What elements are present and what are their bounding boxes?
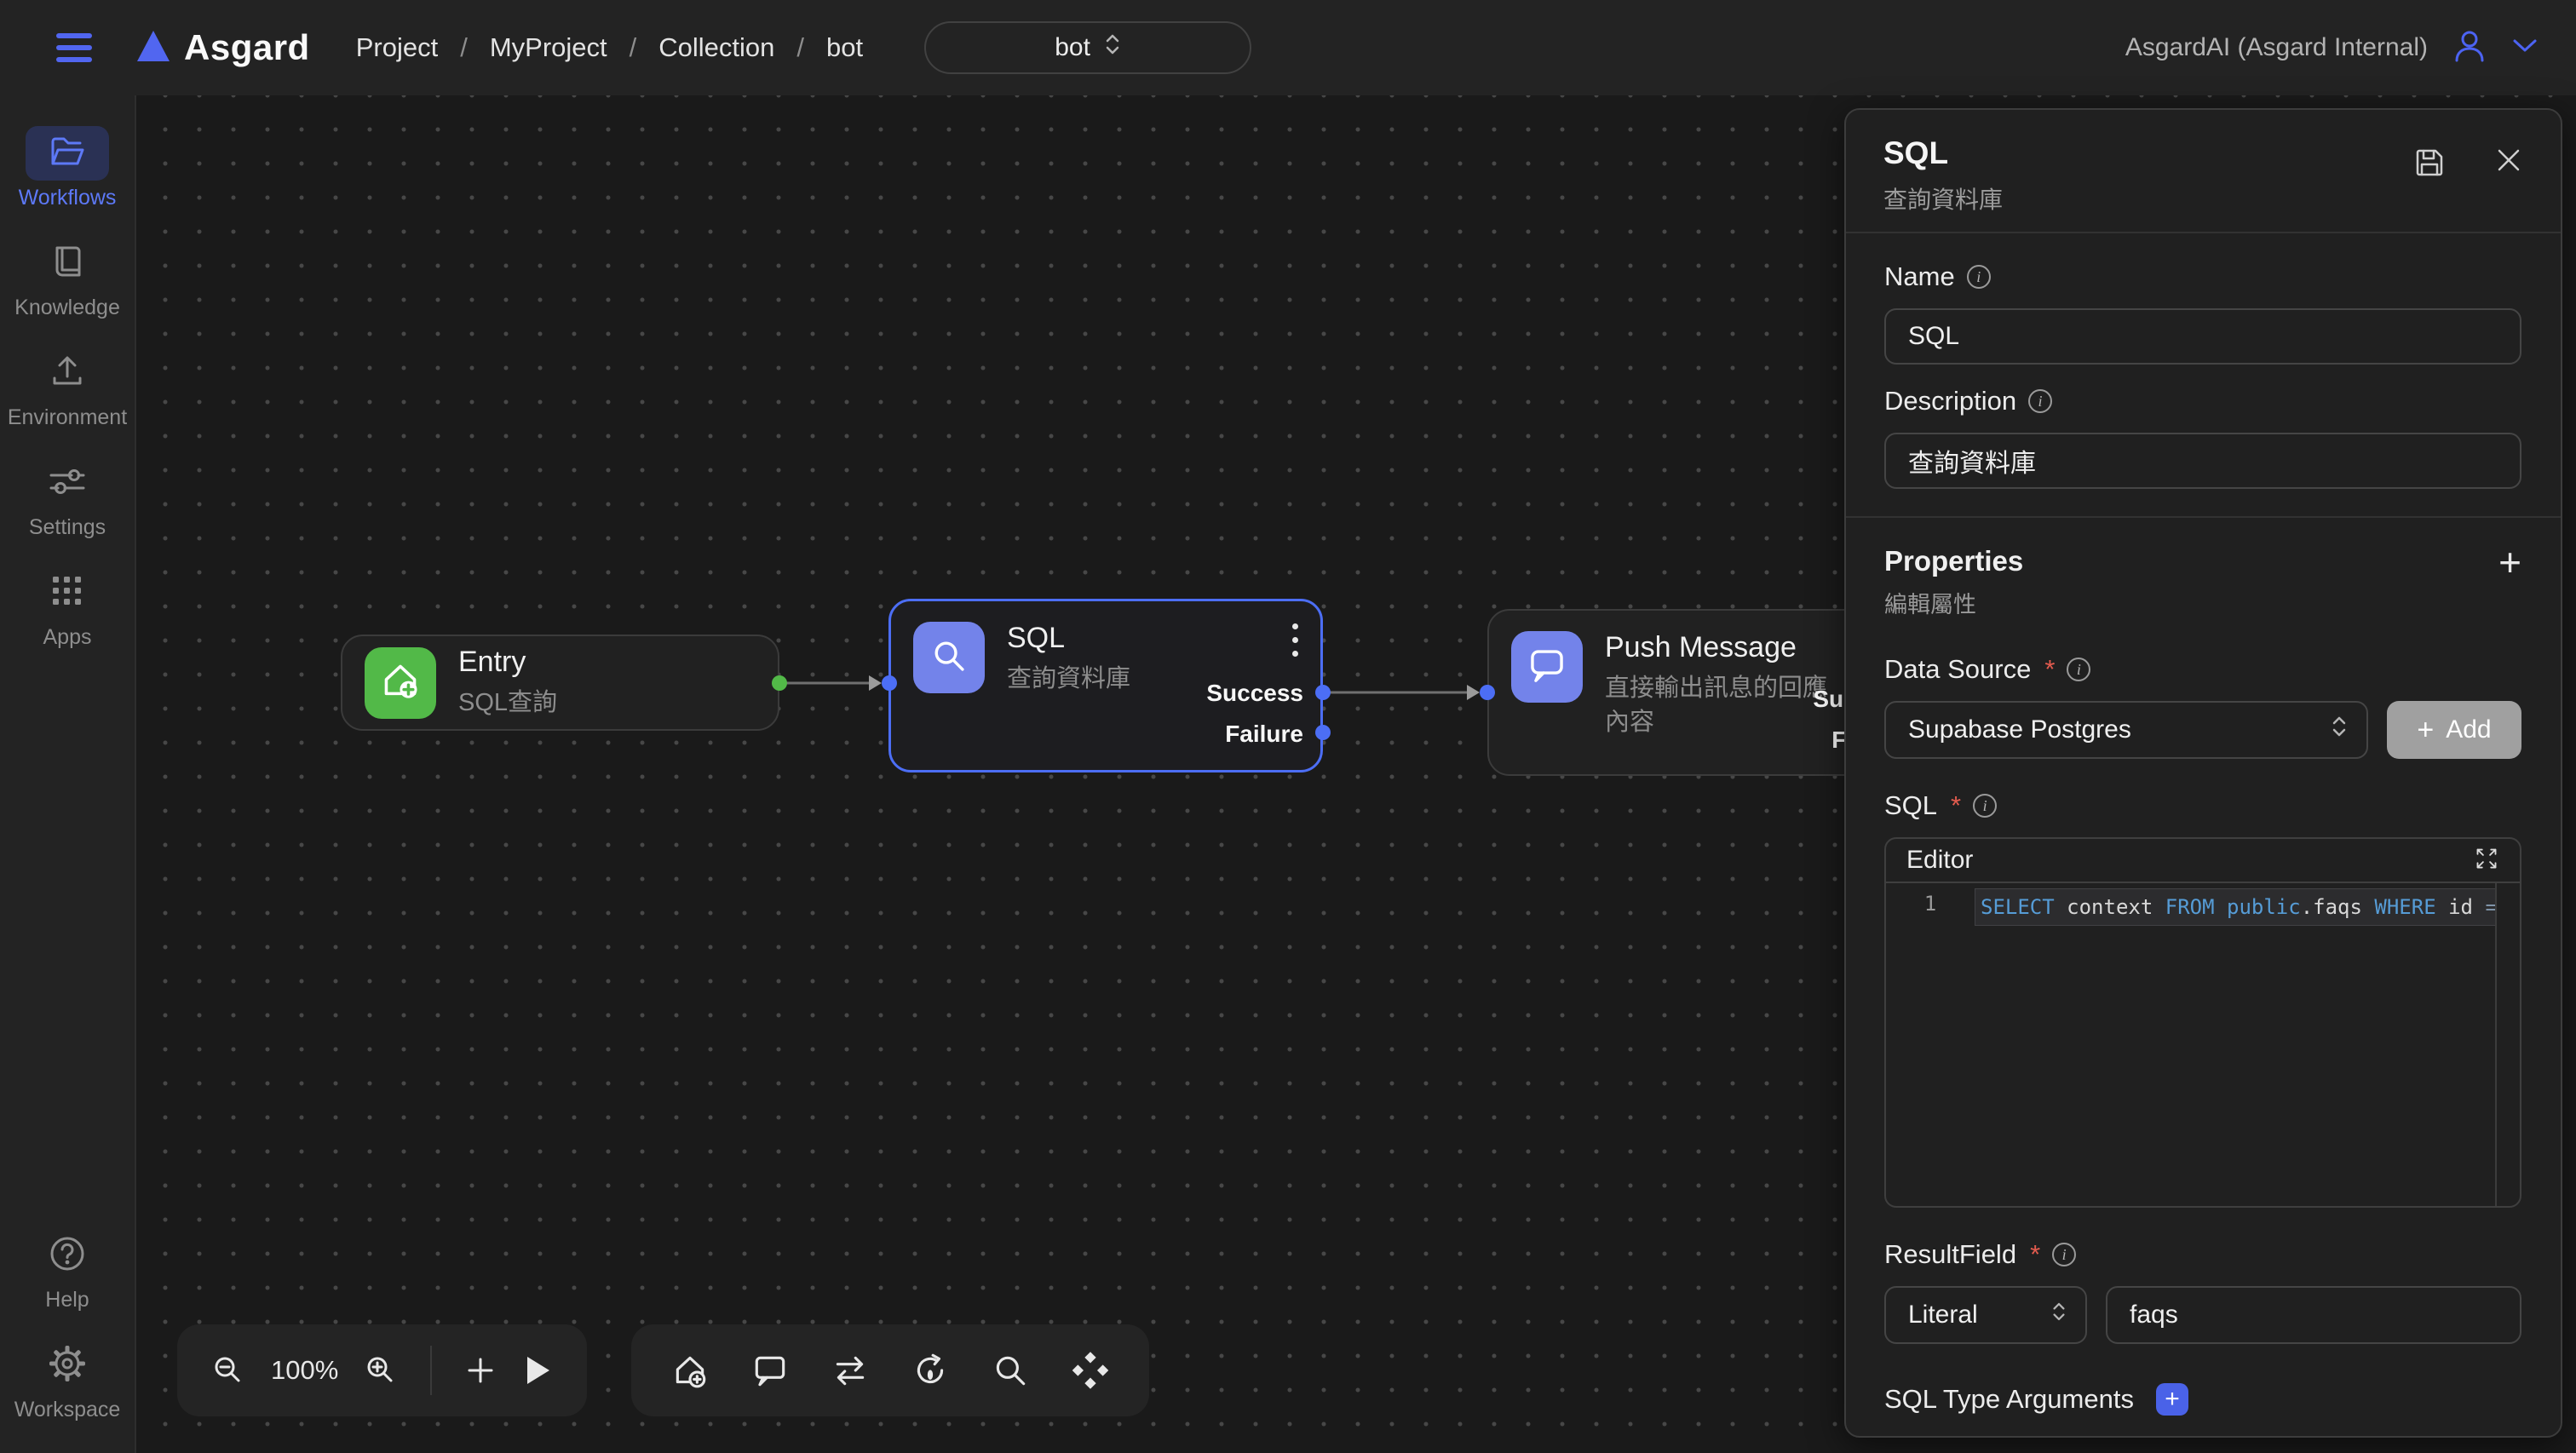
sql-search-icon	[928, 635, 970, 681]
node-config-panel: SQL 查詢資料庫 Namei SQL Descriptioni 查詢資料庫	[1844, 108, 2562, 1438]
properties-subtitle: 編輯屬性	[1884, 586, 2023, 619]
node-subtitle: 直接輸出訊息的回應內容	[1605, 671, 1840, 739]
user-avatar-icon[interactable]	[2450, 26, 2489, 70]
entry-home-plus-icon	[378, 658, 423, 707]
expand-icon[interactable]	[2474, 846, 2499, 876]
help-icon	[48, 1234, 87, 1278]
zoom-out-icon[interactable]	[211, 1353, 245, 1387]
top-bar: Asgard Project / MyProject / Collection …	[0, 0, 2576, 95]
info-icon[interactable]: i	[1973, 794, 1997, 818]
result-field-label: ResultField	[1884, 1239, 2016, 1270]
zoom-level: 100%	[271, 1355, 338, 1386]
toolbar-divider	[430, 1346, 432, 1395]
run-play-icon[interactable]	[522, 1353, 553, 1387]
updown-chevron-icon	[2051, 1300, 2067, 1330]
book-icon	[49, 243, 86, 284]
output-label-failure: Failure	[1225, 721, 1303, 748]
plus-icon: +	[2417, 714, 2434, 747]
name-label: Name	[1884, 261, 1955, 292]
result-field-type-select[interactable]: Literal	[1884, 1286, 2087, 1344]
swap-arrows-tool-icon[interactable]	[831, 1351, 870, 1390]
editor-title: Editor	[1906, 846, 1973, 875]
brand-title: Asgard	[184, 27, 310, 68]
sliders-icon	[48, 464, 87, 503]
breadcrumb-myproject[interactable]: MyProject	[490, 32, 607, 63]
sidebar-nav: Workflows Knowledge Environment Settings	[0, 95, 136, 1453]
info-icon[interactable]: i	[2052, 1243, 2076, 1266]
sidebar-item-knowledge[interactable]: Knowledge	[14, 236, 120, 320]
result-field-input[interactable]: faqs	[2106, 1286, 2521, 1344]
node-entry[interactable]: Entry SQL查詢	[341, 635, 779, 731]
diamond-grid-tool-icon[interactable]	[1071, 1351, 1110, 1390]
description-label: Description	[1884, 386, 2016, 416]
workflow-select[interactable]: bot	[924, 21, 1251, 74]
close-icon[interactable]	[2494, 146, 2523, 184]
node-title: Push Message	[1605, 631, 1840, 664]
app-window: Asgard Project / MyProject / Collection …	[0, 0, 2576, 1453]
description-input[interactable]: 查詢資料庫	[1884, 433, 2521, 489]
breadcrumb-bot[interactable]: bot	[826, 32, 863, 63]
required-asterisk: *	[2030, 1239, 2040, 1270]
sql-type-arguments-label: SQL Type Arguments	[1884, 1384, 2134, 1415]
zoom-in-icon[interactable]	[364, 1353, 398, 1387]
updown-chevron-icon	[1104, 32, 1121, 63]
gear-icon	[48, 1344, 87, 1387]
sql-code-line[interactable]: SELECT context FROM public.faqs WHERE id…	[1975, 888, 2496, 926]
zoom-toolbar: 100%	[177, 1324, 587, 1416]
edge-entry-to-sql	[779, 675, 882, 691]
upload-icon	[49, 353, 86, 394]
add-sql-type-argument-button[interactable]: +	[2156, 1383, 2188, 1416]
info-icon[interactable]: i	[2067, 658, 2090, 681]
node-subtitle: 查詢資料庫	[1007, 662, 1130, 696]
entry-node-tool-icon[interactable]	[670, 1351, 710, 1390]
sidebar-item-settings[interactable]: Settings	[26, 456, 109, 540]
sidebar-item-environment[interactable]: Environment	[8, 346, 127, 430]
node-menu-kebab-icon[interactable]	[1292, 623, 1298, 657]
data-source-select[interactable]: Supabase Postgres	[1884, 701, 2368, 759]
required-asterisk: *	[1951, 790, 1961, 821]
add-data-source-button[interactable]: + Add	[2387, 701, 2521, 759]
panel-subtitle: 查詢資料庫	[1883, 181, 2523, 215]
message-node-tool-icon[interactable]	[750, 1351, 790, 1390]
properties-title: Properties	[1884, 545, 2023, 577]
required-asterisk: *	[2044, 654, 2055, 685]
add-property-plus-icon[interactable]: +	[2498, 545, 2521, 579]
breadcrumb: Project / MyProject / Collection / bot	[356, 32, 863, 63]
loop-node-tool-icon[interactable]	[911, 1351, 950, 1390]
sql-label: SQL	[1884, 790, 1937, 821]
breadcrumb-project[interactable]: Project	[356, 32, 438, 63]
edge-sql-success-to-push	[1323, 685, 1480, 700]
info-icon[interactable]: i	[1967, 265, 1991, 289]
folder-icon	[48, 134, 87, 174]
save-icon[interactable]	[2412, 146, 2447, 184]
sidebar-item-workspace[interactable]: Workspace	[14, 1338, 121, 1422]
output-label-success: Success	[1206, 680, 1303, 707]
info-icon[interactable]: i	[2028, 389, 2052, 413]
sidebar-item-apps[interactable]: Apps	[26, 566, 109, 650]
asgard-logo-icon	[135, 28, 172, 68]
node-title: SQL	[1007, 622, 1130, 655]
account-label: AsgardAI (Asgard Internal)	[2125, 33, 2428, 62]
add-node-plus-icon[interactable]	[464, 1354, 497, 1387]
updown-chevron-icon	[2331, 714, 2348, 746]
node-subtitle: SQL查詢	[458, 686, 557, 720]
apps-grid-icon	[49, 573, 85, 613]
node-tools-toolbar	[631, 1324, 1149, 1416]
node-title: Entry	[458, 646, 557, 679]
search-node-tool-icon[interactable]	[991, 1351, 1030, 1390]
account-chevron-down-icon[interactable]	[2511, 37, 2539, 59]
message-bubble-icon	[1526, 644, 1568, 691]
editor-scrollbar[interactable]	[2495, 883, 2497, 1208]
node-sql[interactable]: SQL 查詢資料庫 Success Failure	[888, 599, 1323, 772]
sql-editor[interactable]: Editor 1 SELECT context FROM public.faqs…	[1884, 837, 2521, 1208]
sidebar-item-workflows[interactable]: Workflows	[19, 126, 117, 210]
sidebar-item-help[interactable]: Help	[26, 1228, 109, 1312]
hamburger-menu-icon[interactable]	[56, 33, 92, 62]
name-input[interactable]: SQL	[1884, 308, 2521, 365]
line-number: 1	[1886, 883, 1975, 1208]
data-source-label: Data Source	[1884, 654, 2031, 685]
breadcrumb-collection[interactable]: Collection	[658, 32, 774, 63]
